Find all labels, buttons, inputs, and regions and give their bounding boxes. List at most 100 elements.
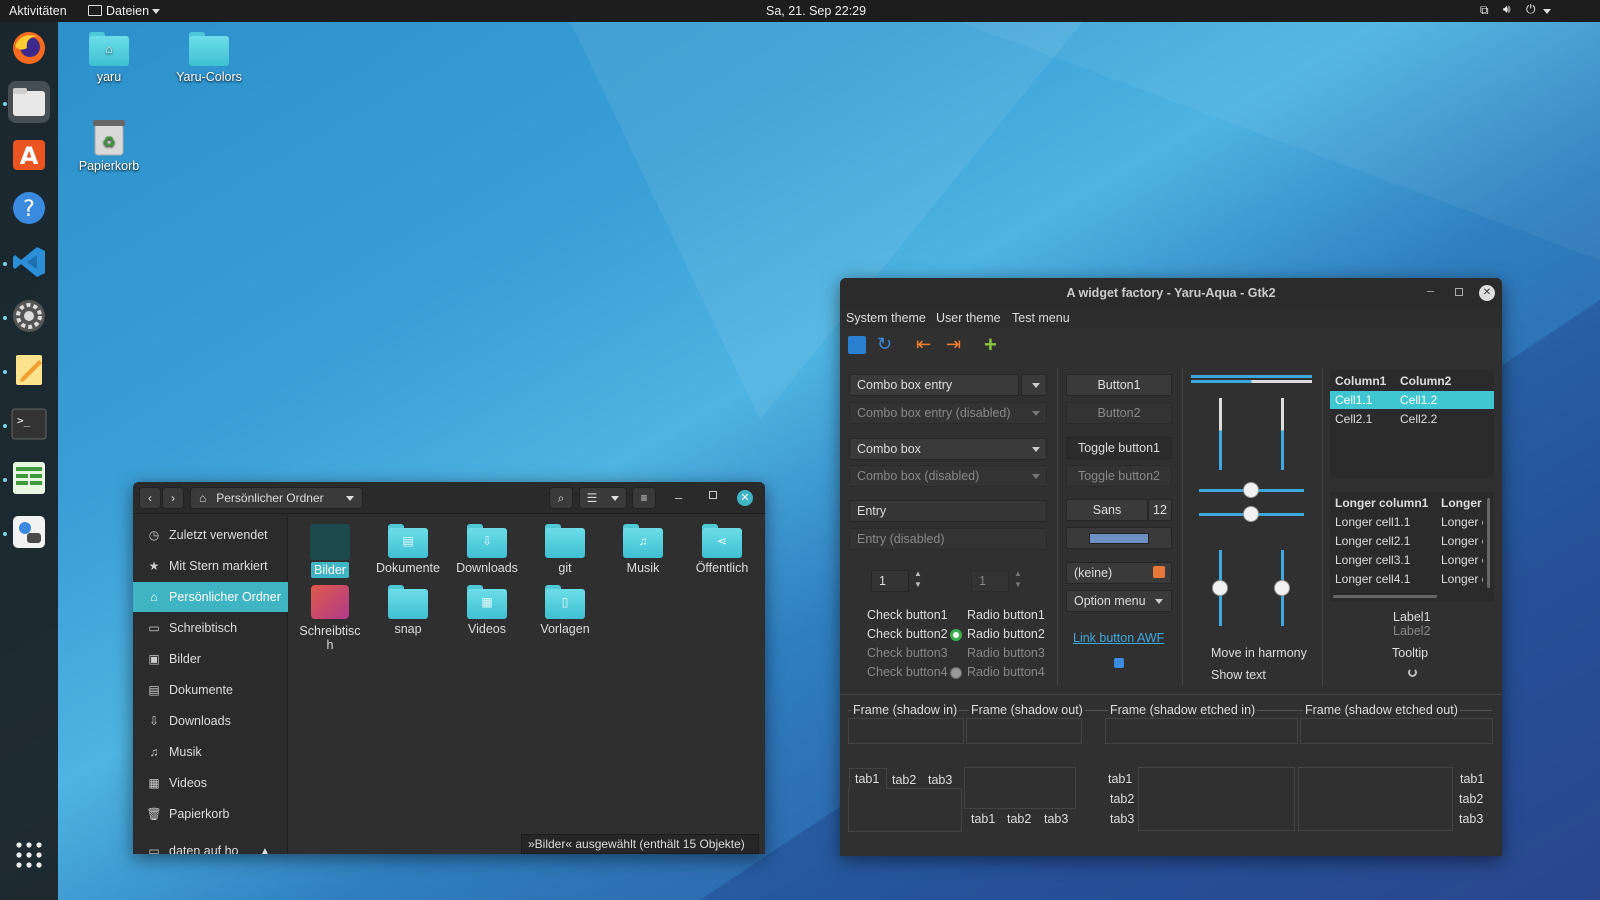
- eject-icon[interactable]: ▲: [260, 846, 270, 855]
- file-item-dokumente[interactable]: ▤ Dokumente: [369, 524, 447, 575]
- sidebar-item-pictures[interactable]: ▣ Bilder: [133, 644, 288, 674]
- spreadsheet-icon[interactable]: [8, 457, 50, 499]
- toolbar-open-icon[interactable]: [848, 336, 866, 354]
- terminal-icon[interactable]: >_: [8, 403, 50, 445]
- tab-2[interactable]: tab2: [1110, 792, 1134, 806]
- clock[interactable]: Sa, 21. Sep 22:29: [766, 4, 866, 18]
- button-1[interactable]: Button1: [1066, 374, 1172, 396]
- desktop-icon-yaru[interactable]: ⌂ yaru: [64, 32, 154, 84]
- toolbar-refresh-icon[interactable]: ↻: [877, 334, 892, 355]
- search-button[interactable]: ⌕: [549, 487, 573, 509]
- close-button[interactable]: ✕: [1479, 285, 1495, 301]
- link-button[interactable]: Link button AWF: [1073, 631, 1164, 645]
- activities-button[interactable]: Aktivitäten: [9, 4, 67, 18]
- text-editor-icon[interactable]: [8, 349, 50, 391]
- tab-2[interactable]: tab2: [1007, 812, 1031, 826]
- file-item-bilder[interactable]: Bilder: [291, 524, 369, 578]
- sidebar-item-home[interactable]: ⌂ Persönlicher Ordner: [133, 582, 288, 612]
- toolbar-first-icon[interactable]: ⇤: [916, 334, 931, 355]
- spin-button[interactable]: 1: [871, 570, 909, 592]
- settings-icon[interactable]: [8, 295, 50, 337]
- show-applications-icon[interactable]: [8, 834, 50, 876]
- sidebar-item-downloads[interactable]: ⇩ Downloads: [133, 706, 288, 736]
- volume-icon[interactable]: 🔊︎: [1503, 2, 1511, 17]
- desktop-icon-trash[interactable]: ♻ Papierkorb: [64, 118, 154, 173]
- vscode-icon[interactable]: [8, 241, 50, 283]
- tree-header[interactable]: Longer column1: [1335, 496, 1428, 510]
- toolbar-add-icon[interactable]: +: [984, 332, 997, 358]
- tab-3[interactable]: tab3: [1110, 812, 1134, 826]
- tab-2[interactable]: tab2: [1459, 792, 1483, 806]
- radio-button-1[interactable]: Radio button1: [967, 608, 1045, 622]
- combo-box-entry-toggle[interactable]: [1021, 374, 1047, 396]
- firefox-icon[interactable]: [8, 27, 50, 69]
- software-icon[interactable]: A: [8, 133, 50, 175]
- file-item-vorlagen[interactable]: ▯ Vorlagen: [526, 585, 604, 636]
- show-text-check[interactable]: Show text: [1211, 668, 1266, 682]
- forward-button[interactable]: ›: [162, 487, 184, 509]
- font-button[interactable]: Sans: [1066, 499, 1148, 521]
- app-menu-button[interactable]: Dateien: [106, 4, 149, 18]
- file-chooser-button[interactable]: (keine): [1066, 562, 1172, 584]
- file-item-snap[interactable]: snap: [369, 585, 447, 636]
- scale-knob[interactable]: [1243, 482, 1259, 498]
- back-button[interactable]: ‹: [139, 487, 161, 509]
- file-item-oeffentlich[interactable]: ⋖ Öffentlich: [683, 524, 761, 575]
- horizontal-scrollbar[interactable]: [1333, 595, 1437, 598]
- tree-header[interactable]: Column1: [1335, 374, 1386, 388]
- tab-2[interactable]: tab2: [892, 773, 916, 787]
- minimize-button[interactable]: –: [1427, 284, 1434, 298]
- network-icon[interactable]: ⧉: [1480, 3, 1489, 18]
- close-button[interactable]: ✕: [737, 490, 753, 506]
- toolbar-last-icon[interactable]: ⇥: [946, 334, 961, 355]
- view-options-button[interactable]: ☰: [579, 487, 627, 509]
- menu-user-theme[interactable]: User theme: [936, 311, 1001, 325]
- sidebar-item-recent[interactable]: ◷ Zuletzt verwendet: [133, 520, 288, 550]
- tab-1[interactable]: tab1: [855, 772, 879, 786]
- combo-box[interactable]: Combo box: [849, 438, 1047, 460]
- tab-1[interactable]: tab1: [1460, 772, 1484, 786]
- system-menu-arrow-icon[interactable]: [1543, 9, 1551, 14]
- file-item-downloads[interactable]: ⇩ Downloads: [448, 524, 526, 575]
- minimize-button[interactable]: –: [675, 490, 682, 505]
- tab-1[interactable]: tab1: [1108, 772, 1132, 786]
- tree-header[interactable]: Longer: [1441, 496, 1482, 510]
- help-icon[interactable]: ?: [8, 187, 50, 229]
- entry[interactable]: Entry: [849, 500, 1047, 522]
- combo-box-entry[interactable]: Combo box entry: [849, 374, 1019, 396]
- radio-button-2[interactable]: Radio button2: [967, 627, 1045, 641]
- sidebar-item-trash[interactable]: 🗑︎ Papierkorb: [133, 799, 288, 829]
- menu-test[interactable]: Test menu: [1012, 311, 1070, 325]
- sidebar-item-desktop[interactable]: ▭ Schreibtisch: [133, 613, 288, 643]
- radio-indicator-checked[interactable]: [950, 629, 962, 641]
- vertical-scrollbar[interactable]: [1487, 498, 1490, 588]
- color-button[interactable]: [1066, 527, 1172, 549]
- scale-knob[interactable]: [1274, 580, 1290, 596]
- tree-header[interactable]: Column2: [1400, 374, 1451, 388]
- file-item-schreibtisch[interactable]: Schreibtisc h: [291, 585, 369, 652]
- move-in-harmony-check[interactable]: Move in harmony: [1211, 646, 1307, 660]
- tooltip-label[interactable]: Tooltip: [1392, 646, 1428, 660]
- tab-1[interactable]: tab1: [971, 812, 995, 826]
- font-size-button[interactable]: 12: [1148, 499, 1172, 521]
- check-button-1[interactable]: Check button1: [867, 608, 948, 622]
- location-button[interactable]: ⌂ Persönlicher Ordner: [190, 487, 363, 509]
- maximize-button[interactable]: [1455, 288, 1463, 296]
- scale-knob[interactable]: [1243, 506, 1259, 522]
- spin-arrows-icon[interactable]: ▲ ▼: [914, 568, 922, 590]
- menu-button[interactable]: ≡: [632, 487, 656, 509]
- files-icon[interactable]: [8, 81, 50, 123]
- sidebar-item-music[interactable]: ♫ Musik: [133, 737, 288, 767]
- desktop-icon-yaru-colors[interactable]: Yaru-Colors: [164, 32, 254, 84]
- check-button-2[interactable]: Check button2: [867, 627, 948, 641]
- sidebar-item-documents[interactable]: ▤ Dokumente: [133, 675, 288, 705]
- toggle-button-1[interactable]: Toggle button1: [1066, 437, 1172, 459]
- maximize-button[interactable]: [709, 491, 717, 499]
- file-item-git[interactable]: git: [526, 524, 604, 575]
- power-icon[interactable]: ⏻: [1526, 2, 1536, 17]
- tab-3[interactable]: tab3: [1044, 812, 1068, 826]
- scale-knob[interactable]: [1212, 580, 1228, 596]
- menu-system-theme[interactable]: System theme: [846, 311, 926, 325]
- extensions-icon[interactable]: [8, 511, 50, 553]
- tab-3[interactable]: tab3: [928, 773, 952, 787]
